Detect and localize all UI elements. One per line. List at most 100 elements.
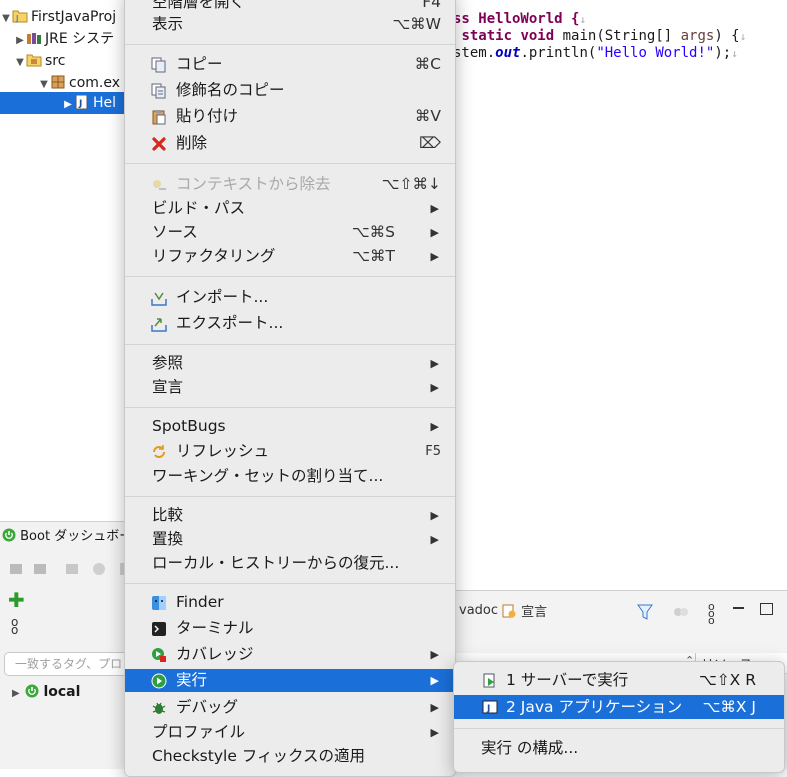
copy-qualified-icon bbox=[151, 83, 166, 99]
menu-item-remove-from-context[interactable]: コンテキストから除去 ⌥⇧⌘↓ bbox=[125, 173, 455, 196]
menu-item-finder[interactable]: Finder bbox=[125, 591, 455, 614]
power-icon bbox=[2, 528, 16, 542]
export-icon bbox=[151, 318, 167, 332]
menu-separator bbox=[125, 496, 455, 497]
terminal-icon bbox=[152, 622, 166, 636]
menu-item-copy-qualified-name[interactable]: 修飾名のコピー bbox=[125, 79, 455, 102]
menu-separator bbox=[125, 163, 455, 164]
copy-icon bbox=[151, 57, 166, 73]
code-line-2: static void main(String[] args) {↓ bbox=[461, 28, 747, 44]
menu-item-paste[interactable]: 貼り付け ⌘V bbox=[125, 105, 455, 128]
menu-separator bbox=[125, 583, 455, 584]
menu-item-delete[interactable]: 削除 ⌦ bbox=[125, 132, 455, 155]
boot-toolbar bbox=[8, 560, 128, 578]
menu-item-references[interactable]: 参照 ▶ bbox=[125, 352, 455, 375]
submenu-arrow-icon: ▶ bbox=[430, 701, 439, 714]
declaration-icon bbox=[502, 604, 516, 618]
tree-item-project[interactable]: ▼ J FirstJavaProj bbox=[0, 6, 130, 28]
debug-bug-icon bbox=[152, 702, 166, 714]
submenu-arrow-icon: ▶ bbox=[430, 420, 439, 433]
submenu-arrow-icon: ▶ bbox=[430, 533, 439, 546]
package-icon bbox=[51, 75, 65, 89]
java-project-icon: J bbox=[12, 10, 28, 23]
menu-separator bbox=[125, 407, 455, 408]
menu-separator bbox=[125, 344, 455, 345]
submenu-arrow-icon: ▶ bbox=[430, 509, 439, 522]
expand-twisty-icon[interactable]: ▶ bbox=[14, 30, 26, 52]
submenu-arrow-icon: ▶ bbox=[430, 202, 439, 215]
more-options-icon[interactable]: oo bbox=[11, 616, 18, 636]
context-menu: 空階層を開く F4 表示 ⌥⌘W コピー ⌘C 修飾名のコピー 貼り付け ⌘V 削除 ⌦ … bbox=[124, 0, 456, 777]
submenu-item-run-on-server[interactable]: 1 サーバーで実行 ⌥⇧X R bbox=[454, 668, 784, 692]
remove-context-icon bbox=[153, 180, 166, 190]
menu-item-refresh[interactable]: リフレッシュ F5 bbox=[125, 440, 455, 463]
boot-filter-input[interactable]: 一致するタグ、プロ bbox=[4, 652, 132, 676]
menu-item-run[interactable]: 実行 ▶ bbox=[125, 669, 455, 692]
run-on-server-icon bbox=[483, 673, 495, 688]
submenu-item-run-java-application[interactable]: J 2 Java アプリケーション ⌥⌘X J bbox=[454, 695, 784, 719]
menu-item-refactoring[interactable]: リファクタリング ⌥⌘T ▶ bbox=[125, 245, 455, 268]
submenu-item-run-configurations[interactable]: 実行 の構成... bbox=[454, 736, 784, 760]
filter-icon[interactable] bbox=[637, 603, 653, 621]
package-explorer: ▼ J FirstJavaProj ▶ JRE システ ▼ src ▼ com.ex ▶ J… bbox=[0, 0, 130, 515]
expand-twisty-icon[interactable]: ▼ bbox=[0, 8, 12, 30]
menu-item-terminal[interactable]: ターミナル bbox=[125, 617, 455, 640]
import-icon bbox=[151, 292, 167, 306]
svg-text:J: J bbox=[486, 704, 490, 714]
java-application-icon: J bbox=[482, 700, 498, 714]
menu-separator bbox=[125, 276, 455, 277]
submenu-arrow-icon: ▶ bbox=[430, 726, 439, 739]
run-icon bbox=[151, 673, 167, 689]
menu-item-import[interactable]: インポート... bbox=[125, 286, 455, 309]
local-target[interactable]: ▶ local bbox=[12, 682, 80, 702]
menu-item-source[interactable]: ソース ⌥⌘S ▶ bbox=[125, 221, 455, 244]
menu-item-restore-history[interactable]: ローカル・ヒストリーからの復元... bbox=[125, 552, 455, 575]
submenu-arrow-icon: ▶ bbox=[430, 381, 439, 394]
menu-item-declarations[interactable]: 宣言 ▶ bbox=[125, 376, 455, 399]
boot-dashboard-tab[interactable]: Boot ダッシュボー bbox=[2, 527, 132, 547]
menu-item-spotbugs[interactable]: SpotBugs ▶ bbox=[125, 415, 455, 438]
svg-text:J: J bbox=[15, 14, 18, 23]
submenu-arrow-icon: ▶ bbox=[430, 674, 439, 687]
menu-item-coverage[interactable]: カバレッジ ▶ bbox=[125, 643, 455, 666]
code-editor[interactable]: ss HelloWorld {↓ static void main(String… bbox=[453, 0, 787, 590]
tree-item-java-file[interactable]: ▶ J Hel bbox=[0, 92, 130, 114]
finder-icon bbox=[152, 596, 166, 610]
menu-item-copy[interactable]: コピー ⌘C bbox=[125, 53, 455, 76]
maximize-icon[interactable] bbox=[760, 603, 773, 615]
code-line-1: ss HelloWorld {↓ bbox=[453, 11, 587, 27]
expand-twisty-icon[interactable]: ▶ bbox=[12, 688, 20, 699]
delete-icon bbox=[152, 137, 166, 151]
group-icon[interactable] bbox=[673, 605, 689, 619]
run-submenu: 1 サーバーで実行 ⌥⇧X R J 2 Java アプリケーション ⌥⌘X J 実行… bbox=[453, 661, 785, 773]
menu-item-build-path[interactable]: ビルド・パス ▶ bbox=[125, 197, 455, 220]
add-icon[interactable]: ✚ bbox=[8, 590, 25, 610]
tab-javadoc[interactable]: vadoc bbox=[459, 603, 498, 618]
menu-item-checkstyle-fixes[interactable]: Checkstyle フィックスの適用 bbox=[125, 745, 455, 768]
submenu-arrow-icon: ▶ bbox=[430, 250, 439, 263]
menu-item-replace[interactable]: 置換 ▶ bbox=[125, 528, 455, 551]
menu-item-profile[interactable]: プロファイル ▶ bbox=[125, 721, 455, 744]
view-menu-icon[interactable]: ooo bbox=[708, 601, 715, 626]
submenu-arrow-icon: ▶ bbox=[430, 357, 439, 370]
tab-declaration[interactable]: 宣言 bbox=[501, 601, 547, 620]
expand-twisty-icon[interactable]: ▼ bbox=[14, 52, 26, 74]
menu-item-debug[interactable]: デバッグ ▶ bbox=[125, 696, 455, 719]
power-icon bbox=[25, 684, 39, 698]
java-file-icon: J bbox=[75, 95, 88, 109]
menu-item-assign-working-set[interactable]: ワーキング・セットの割り当て... bbox=[125, 465, 455, 488]
menu-item-compare[interactable]: 比較 ▶ bbox=[125, 504, 455, 527]
menu-separator bbox=[125, 44, 455, 45]
source-folder-icon bbox=[26, 54, 42, 67]
paste-icon bbox=[152, 110, 166, 125]
menu-item-show[interactable]: 表示 ⌥⌘W bbox=[125, 13, 455, 36]
menu-separator bbox=[454, 728, 784, 729]
expand-twisty-icon[interactable]: ▶ bbox=[62, 94, 74, 116]
menu-item-export[interactable]: エクスポート... bbox=[125, 312, 455, 335]
toolbar-icons bbox=[10, 563, 128, 575]
coverage-icon bbox=[152, 648, 166, 662]
boot-dashboard-panel: Boot ダッシュボー ✚ oo 一致するタグ、プロ ▶ local bbox=[0, 521, 132, 769]
menu-item-open-hierarchy[interactable]: 空階層を開く F4 bbox=[125, 0, 455, 14]
code-line-3: stem.out.println("Hello World!");↓ bbox=[453, 45, 738, 61]
minimize-icon[interactable] bbox=[733, 607, 744, 609]
